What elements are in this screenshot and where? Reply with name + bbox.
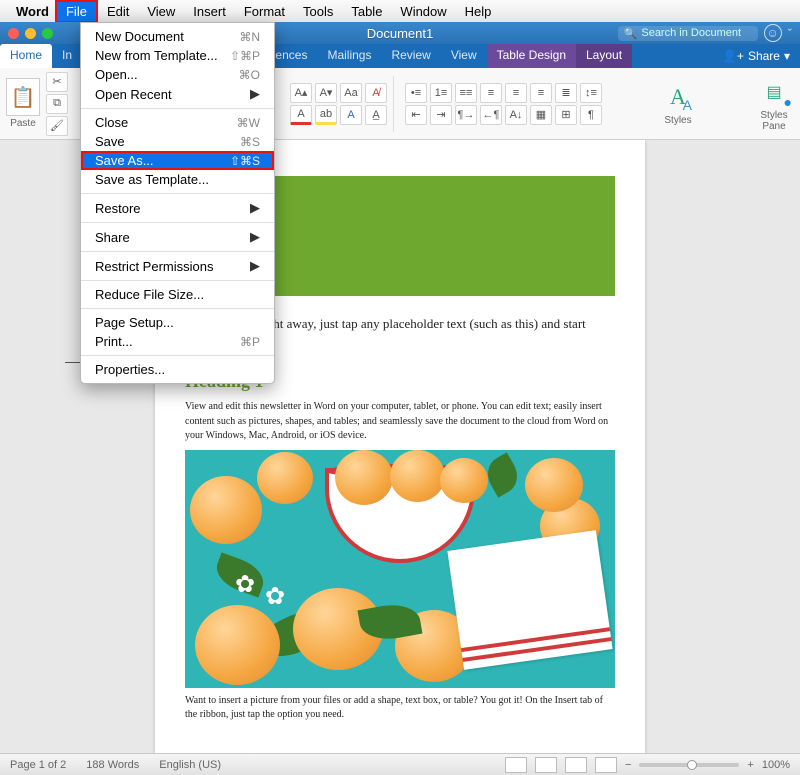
- file-menu-close[interactable]: Close⌘W: [81, 113, 274, 132]
- align-left[interactable]: ≡: [480, 83, 502, 103]
- file-menu-save[interactable]: Save⌘S: [81, 132, 274, 151]
- tab-mailings[interactable]: Mailings: [317, 44, 381, 68]
- styles-pane-label: Styles Pane: [760, 110, 787, 132]
- submenu-arrow-icon: ▶: [250, 229, 260, 245]
- status-page[interactable]: Page 1 of 2: [10, 759, 66, 771]
- zoom-out-button[interactable]: −: [625, 759, 631, 771]
- highlight-color[interactable]: ab: [315, 105, 337, 125]
- menu-format[interactable]: Format: [235, 2, 294, 21]
- tab-insert[interactable]: In: [52, 44, 82, 68]
- view-print-layout[interactable]: [505, 757, 527, 773]
- line-spacing[interactable]: ↕≡: [580, 83, 602, 103]
- change-case[interactable]: Aa: [340, 83, 362, 103]
- align-center[interactable]: ≡: [505, 83, 527, 103]
- font-size-decrease[interactable]: A▾: [315, 83, 337, 103]
- tab-review[interactable]: Review: [381, 44, 440, 68]
- menu-tools[interactable]: Tools: [294, 2, 342, 21]
- file-menu-save-as[interactable]: Save As...⇧⌘S: [81, 151, 274, 170]
- zoom-slider[interactable]: [639, 763, 739, 767]
- font-size-increase[interactable]: A▴: [290, 83, 312, 103]
- increase-indent[interactable]: ⇥: [430, 105, 452, 125]
- justify[interactable]: ≣: [555, 83, 577, 103]
- document-title: Document1: [367, 26, 433, 41]
- cut-button[interactable]: ✂: [46, 72, 68, 92]
- paste-button[interactable]: 📋: [6, 78, 40, 116]
- text-effects[interactable]: A: [340, 105, 362, 125]
- file-menu-page-setup[interactable]: Page Setup...: [81, 313, 274, 332]
- window-controls: [0, 28, 53, 39]
- file-menu-new-from-template[interactable]: New from Template...⇧⌘P: [81, 46, 274, 65]
- font-color[interactable]: A: [290, 105, 312, 125]
- submenu-arrow-icon: ▶: [250, 258, 260, 274]
- tab-view[interactable]: View: [441, 44, 487, 68]
- app-name[interactable]: Word: [16, 4, 49, 19]
- shading-button[interactable]: ▦: [530, 105, 552, 125]
- menu-window[interactable]: Window: [391, 2, 455, 21]
- document-para2[interactable]: Want to insert a picture from your files…: [185, 694, 615, 723]
- menu-help[interactable]: Help: [456, 2, 501, 21]
- zoom-in-button[interactable]: +: [747, 759, 753, 771]
- file-menu-print[interactable]: Print...⌘P: [81, 332, 274, 351]
- file-menu-open[interactable]: Open...⌘O: [81, 65, 274, 84]
- expand-ribbon-icon[interactable]: ˇ: [788, 26, 792, 41]
- copy-button[interactable]: ⧉: [46, 94, 68, 114]
- borders-button[interactable]: ⊞: [555, 105, 577, 125]
- minimize-window-button[interactable]: [25, 28, 36, 39]
- mac-menubar: Word File Edit View Insert Format Tools …: [0, 0, 800, 22]
- tab-table-layout[interactable]: Layout: [576, 44, 632, 68]
- document-para1[interactable]: View and edit this newsletter in Word on…: [185, 400, 615, 444]
- styles-label: Styles: [664, 115, 691, 126]
- format-painter-button[interactable]: 🖌: [46, 116, 68, 136]
- view-draft[interactable]: [595, 757, 617, 773]
- submenu-arrow-icon: ▶: [250, 86, 260, 102]
- show-marks[interactable]: ¶: [580, 105, 602, 125]
- status-words[interactable]: 188 Words: [86, 759, 139, 771]
- close-window-button[interactable]: [8, 28, 19, 39]
- menu-insert[interactable]: Insert: [184, 2, 235, 21]
- share-icon: 👤+: [722, 49, 744, 63]
- submenu-arrow-icon: ▶: [250, 200, 260, 216]
- multilevel-list-button[interactable]: ≡≡: [455, 83, 477, 103]
- clear-formatting[interactable]: A̸: [365, 83, 387, 103]
- view-web-layout[interactable]: [535, 757, 557, 773]
- search-icon: 🔍: [624, 27, 638, 40]
- align-right[interactable]: ≡: [530, 83, 552, 103]
- tab-table-design[interactable]: Table Design: [487, 44, 576, 68]
- menu-file[interactable]: File: [55, 0, 98, 23]
- search-input[interactable]: 🔍Search in Document: [618, 26, 758, 41]
- file-menu-restrict-permissions[interactable]: Restrict Permissions▶: [81, 256, 274, 276]
- decrease-indent[interactable]: ⇤: [405, 105, 427, 125]
- numbering-button[interactable]: 1≡: [430, 83, 452, 103]
- styles-pane-button[interactable]: ▤●: [758, 76, 790, 108]
- fullscreen-window-button[interactable]: [42, 28, 53, 39]
- search-placeholder: Search in Document: [641, 27, 741, 39]
- file-menu-properties[interactable]: Properties...: [81, 360, 274, 379]
- account-icon[interactable]: ☺: [764, 24, 782, 42]
- file-menu-share[interactable]: Share▶: [81, 227, 274, 247]
- character-border[interactable]: A̲: [365, 105, 387, 125]
- file-menu-open-recent[interactable]: Open Recent▶: [81, 84, 274, 104]
- file-menu-save-as-template[interactable]: Save as Template...: [81, 170, 274, 189]
- ltr-direction[interactable]: ¶→: [455, 105, 477, 125]
- menu-view[interactable]: View: [138, 2, 184, 21]
- tab-home[interactable]: Home: [0, 44, 52, 68]
- paste-label: Paste: [10, 118, 36, 129]
- file-menu-reduce-file-size[interactable]: Reduce File Size...: [81, 285, 274, 304]
- napkin-shape: [447, 530, 612, 670]
- file-menu-new-document[interactable]: New Document⌘N: [81, 27, 274, 46]
- sort-button[interactable]: A↓: [505, 105, 527, 125]
- menu-edit[interactable]: Edit: [98, 2, 138, 21]
- share-button[interactable]: 👤+Share▾: [712, 44, 800, 68]
- status-language[interactable]: English (US): [159, 759, 221, 771]
- file-menu-dropdown: New Document⌘NNew from Template...⇧⌘POpe…: [80, 22, 275, 384]
- styles-button[interactable]: AA: [662, 81, 694, 113]
- document-image-peaches[interactable]: [185, 450, 615, 688]
- zoom-level[interactable]: 100%: [762, 759, 790, 771]
- view-outline[interactable]: [565, 757, 587, 773]
- file-menu-restore[interactable]: Restore▶: [81, 198, 274, 218]
- rtl-direction[interactable]: ←¶: [480, 105, 502, 125]
- menu-table[interactable]: Table: [342, 2, 391, 21]
- bullets-button[interactable]: •≡: [405, 83, 427, 103]
- status-bar: Page 1 of 2 188 Words English (US) − + 1…: [0, 753, 800, 775]
